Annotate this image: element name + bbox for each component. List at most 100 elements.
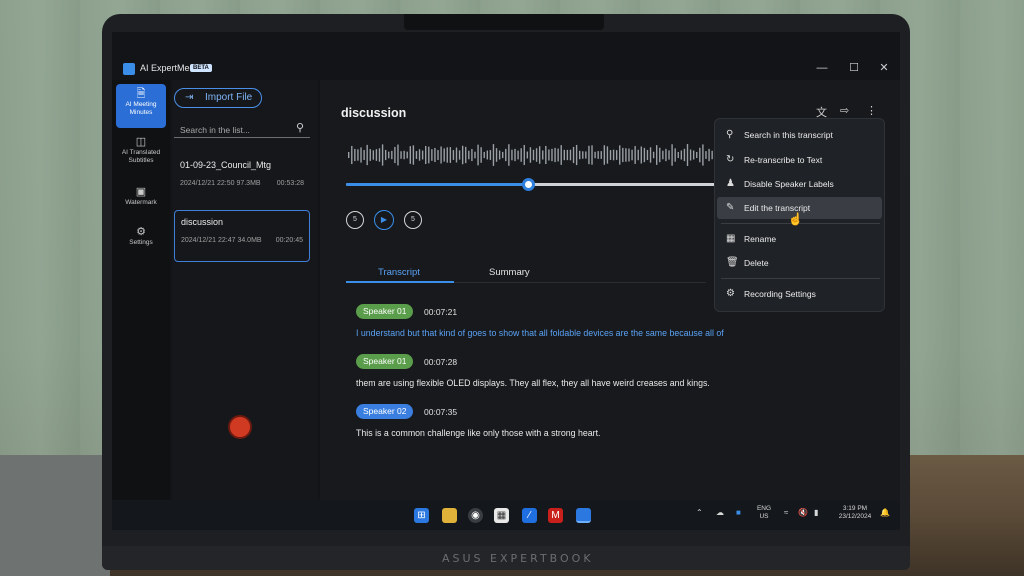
waveform-bar [548, 149, 550, 161]
app-a-icon[interactable]: ⁄ [522, 508, 537, 523]
sidebar-item-meeting-minutes[interactable]: 🗎 AI Meeting Minutes [116, 84, 166, 128]
sidebar-item-watermark[interactable]: ▣ Watermark [116, 187, 166, 216]
waveform-bar [622, 147, 624, 163]
battery-icon[interactable]: ▮ [814, 508, 818, 517]
playback-progress[interactable] [346, 178, 718, 191]
speaker-badge[interactable]: Speaker 01 [356, 304, 414, 319]
waveform-bar [557, 148, 559, 162]
close-icon[interactable]: ✕ [874, 60, 894, 76]
import-file-button[interactable]: ⇥ Import File [174, 88, 262, 108]
sidebar-item-subtitles[interactable]: ◫ AI Translated Subtitles [116, 137, 166, 176]
clock[interactable]: 3:19 PM 23/12/2024 [834, 505, 876, 521]
list-search-input[interactable] [174, 122, 284, 138]
sidebar-item-label: Watermark [125, 199, 157, 206]
active-tab-indicator [346, 281, 454, 283]
waveform-bar [492, 144, 495, 166]
waveform-bar [699, 147, 701, 163]
language-indicator[interactable]: ENG US [752, 505, 776, 521]
speaker-badge[interactable]: Speaker 02 [356, 404, 414, 419]
waveform-bar [391, 150, 393, 160]
search-icon[interactable]: ⚲ [296, 121, 304, 134]
file-item-discussion[interactable]: discussion 2024/12/21 22:47 34.0MB 00:20… [174, 210, 310, 262]
sidebar-item-label: AI Meeting Minutes [125, 101, 157, 116]
forward-5-icon[interactable]: 5 [404, 211, 422, 229]
play-icon[interactable]: ▶ [374, 210, 394, 230]
transcript-line[interactable]: I understand but that kind of goes to sh… [356, 328, 724, 338]
notification-bell-icon[interactable]: 🔔 [880, 508, 890, 517]
waveform-bar [357, 149, 359, 161]
menu-item-disable-speaker-labels[interactable]: ♟ Disable Speaker Labels [717, 173, 882, 195]
waveform-bar [643, 147, 646, 163]
waveform-bar [680, 150, 683, 160]
timestamp[interactable]: 00:07:21 [424, 307, 457, 317]
audio-waveform[interactable] [348, 142, 718, 168]
waveform-bar [378, 148, 381, 162]
waveform-bar [351, 145, 353, 165]
browser-icon[interactable]: ◉ [468, 508, 483, 523]
timestamp[interactable]: 00:07:28 [424, 357, 457, 367]
timestamp[interactable]: 00:07:35 [424, 407, 457, 417]
waveform-bar [421, 150, 424, 160]
cloud-off-icon[interactable]: ☁ [716, 508, 724, 517]
file-item-council-mtg[interactable]: 01-09-23_Council_Mtg 2024/12/21 22:50 97… [174, 154, 310, 206]
waveform-bar [471, 148, 473, 162]
waveform-bar [711, 150, 713, 160]
import-file-label: Import File [205, 92, 253, 103]
speaker-badge[interactable]: Speaker 01 [356, 354, 414, 369]
refresh-icon: ↻ [726, 154, 735, 165]
waveform-bar [575, 144, 578, 166]
menu-item-rename[interactable]: ▦ Rename [717, 228, 882, 250]
record-button[interactable] [228, 415, 252, 439]
chevron-up-icon[interactable]: ⌃ [696, 508, 703, 517]
maximize-icon[interactable]: ☐ [844, 60, 864, 76]
waveform-bar [674, 148, 676, 162]
waveform-bar [538, 146, 541, 164]
waveform-bar [692, 150, 695, 160]
tab-transcript[interactable]: Transcript [378, 267, 420, 278]
waveform-bar [465, 146, 467, 164]
waveform-bar [656, 145, 658, 165]
mcafee-icon[interactable]: M [548, 508, 563, 523]
waveform-bar [603, 145, 606, 165]
waveform-bar [585, 151, 587, 159]
waveform-bar [689, 149, 692, 161]
ai-expertmeet-taskbar-icon[interactable] [576, 508, 591, 523]
volume-muted-icon[interactable]: 🔇 [798, 508, 808, 517]
menu-item-label: Recording Settings [744, 289, 816, 299]
menu-item-retranscribe[interactable]: ↻ Re-transcribe to Text [717, 149, 882, 171]
waveform-bar [640, 146, 642, 164]
waveform-bar [498, 150, 501, 160]
waveform-bar [458, 150, 461, 160]
menu-item-search-transcript[interactable]: ⚲ Search in this transcript [717, 124, 882, 146]
waveform-bar [366, 144, 368, 166]
app-tray-icon[interactable]: ■ [736, 508, 741, 517]
wifi-icon[interactable]: ≈ [784, 508, 788, 517]
menu-item-recording-settings[interactable]: ⚙ Recording Settings [717, 283, 882, 305]
waveform-bar [514, 148, 516, 162]
waveform-bar [705, 151, 707, 159]
menu-item-label: Search in this transcript [744, 130, 833, 140]
file-explorer-icon[interactable] [442, 508, 457, 523]
rewind-5-icon[interactable]: 5 [346, 211, 364, 229]
start-icon[interactable]: ⊞ [414, 508, 429, 523]
tab-summary[interactable]: Summary [489, 267, 530, 278]
waveform-bar [554, 147, 556, 163]
waveform-bar [440, 146, 442, 164]
more-options-icon[interactable]: ⋮ [866, 104, 877, 117]
waveform-bar [409, 146, 411, 164]
waveform-bar [363, 150, 365, 160]
export-icon[interactable]: ⇨ [840, 104, 849, 117]
waveform-bar [560, 145, 562, 165]
app-title: AI ExpertMeet [140, 63, 198, 73]
transcript-line[interactable]: This is a common challenge like only tho… [356, 428, 600, 438]
waveform-bar [348, 152, 350, 158]
file-date-size: 2024/12/21 22:47 34.0MB [181, 237, 262, 244]
waveform-bar [683, 148, 686, 162]
waveform-bar [526, 151, 529, 159]
minimize-icon[interactable]: — [812, 60, 832, 76]
transcript-line[interactable]: them are using flexible OLED displays. T… [356, 378, 710, 388]
sidebar-item-settings[interactable]: ⚙ Settings [116, 227, 166, 256]
menu-item-delete[interactable]: 🗑 Delete [717, 252, 882, 274]
store-icon[interactable]: ▦ [494, 508, 509, 523]
clock-date: 23/12/2024 [838, 513, 872, 520]
